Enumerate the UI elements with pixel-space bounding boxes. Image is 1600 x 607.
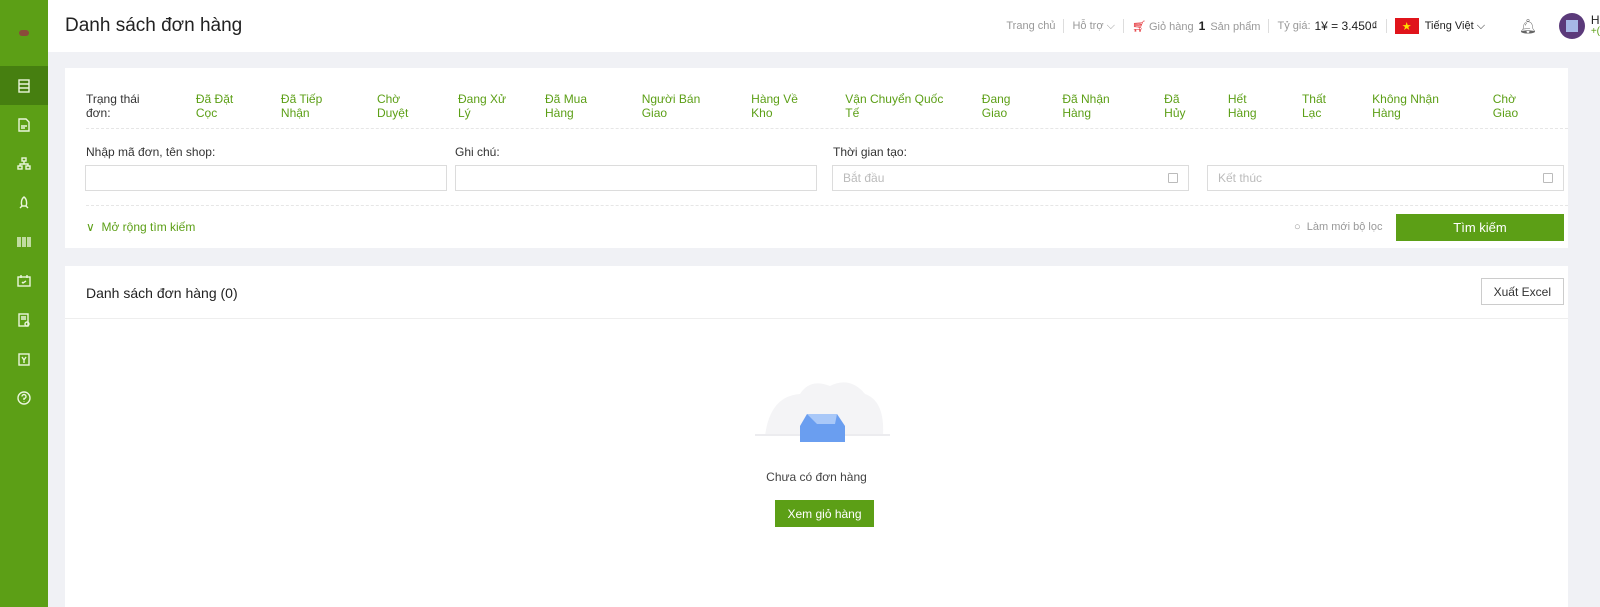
code-label: Nhập mã đơn, tên shop:	[86, 145, 216, 159]
barcode-icon	[17, 236, 31, 247]
network-icon	[17, 156, 31, 170]
sidebar-item-help[interactable]	[0, 378, 48, 417]
logo-icon	[19, 30, 29, 36]
page-title: Danh sách đơn hàng	[65, 15, 243, 36]
status-tab[interactable]: Người Bán Giao	[642, 92, 726, 120]
sidebar-item-rocket[interactable]	[0, 183, 48, 222]
sidebar-item-calendar[interactable]	[0, 261, 48, 300]
vietnam-flag-icon: ★	[1394, 18, 1419, 34]
cart-label: Giỏ hàng	[1148, 21, 1194, 33]
status-tab[interactable]: Đang Xử Lý	[458, 92, 520, 120]
status-filter: Trạng thái đơn: Đã Đặt Cọc Đã Tiếp Nhận …	[86, 92, 1568, 120]
wallet-icon	[18, 352, 30, 366]
divider	[86, 128, 1568, 129]
empty-box-illustration	[755, 382, 890, 442]
status-tab[interactable]: Chờ Giao	[1493, 92, 1543, 120]
cart-unit: Sản phẩm	[1210, 21, 1261, 33]
orders-title: Danh sách đơn hàng (0)	[86, 285, 238, 301]
sidebar-item-barcode[interactable]	[0, 222, 48, 261]
status-tab[interactable]: Đã Nhận Hàng	[1062, 92, 1139, 120]
language-label: Tiếng Việt	[1424, 20, 1474, 32]
user-subtext: +(	[1590, 26, 1600, 37]
orders-panel: Danh sách đơn hàng (0) Xuất Excel Chưa c…	[65, 266, 1568, 607]
sidebar-item-document[interactable]	[0, 105, 48, 144]
chevron-down-icon: ⌵	[1476, 19, 1486, 32]
status-tab[interactable]: Chờ Duyệt	[377, 92, 433, 120]
note-input[interactable]	[455, 165, 817, 191]
search-button[interactable]: Tìm kiếm	[1396, 214, 1564, 241]
document-icon	[18, 117, 30, 132]
order-code-input[interactable]	[85, 165, 447, 191]
sidebar-item-network[interactable]	[0, 144, 48, 183]
calendar-icon	[1168, 173, 1178, 183]
calendar-icon	[1543, 173, 1553, 183]
divider	[65, 318, 1568, 319]
start-placeholder: Bắt đầu	[843, 171, 885, 185]
status-label: Trạng thái đơn:	[86, 92, 140, 120]
logo[interactable]	[0, 0, 48, 66]
status-tab[interactable]: Đã Tiếp Nhận	[281, 92, 352, 120]
end-placeholder: Kết thúc	[1218, 171, 1263, 185]
home-link[interactable]: Trang chủ	[1006, 20, 1055, 32]
end-date-input[interactable]: Kết thúc	[1207, 165, 1564, 191]
report-icon	[18, 312, 30, 327]
sidebar-item-report[interactable]	[0, 300, 48, 339]
language-select[interactable]: ★ Tiếng Việt ⌵	[1394, 18, 1486, 34]
empty-message: Chưa có đơn hàng	[766, 470, 867, 484]
status-tab[interactable]: Vận Chuyển Quốc Tế	[845, 92, 957, 120]
rate-value: 1¥ = 3.450₫	[1314, 19, 1378, 33]
reset-filter-button[interactable]: ○ Làm mới bộ lọc	[1294, 221, 1382, 233]
divider	[86, 205, 1568, 206]
sidebar-item-orders[interactable]	[0, 66, 48, 105]
export-excel-button[interactable]: Xuất Excel	[1480, 278, 1564, 305]
status-tab[interactable]: Hàng Về Kho	[751, 92, 820, 120]
status-tab[interactable]: Thất Lạc	[1302, 92, 1347, 120]
support-menu[interactable]: Hỗ trợ ⌵	[1072, 20, 1114, 33]
cart-icon: 🛒︎	[1131, 21, 1146, 33]
support-label: Hỗ trợ	[1072, 19, 1104, 32]
view-cart-button[interactable]: Xem giỏ hàng	[775, 500, 874, 527]
time-label: Thời gian tạo:	[833, 145, 907, 159]
top-header: Danh sách đơn hàng Trang chủ Hỗ trợ ⌵ 🛒︎…	[48, 0, 1600, 52]
cart-count: 1	[1198, 19, 1206, 33]
bell-icon[interactable]: 🔔︎	[1519, 18, 1537, 35]
avatar[interactable]	[1558, 13, 1585, 39]
user-initial: H	[1590, 13, 1600, 27]
expand-search-toggle[interactable]: ∨ Mở rộng tìm kiếm	[86, 220, 195, 234]
chevron-down-icon: ⌵	[1106, 19, 1115, 32]
status-tab[interactable]: Hết Hàng	[1228, 92, 1277, 120]
sidebar-item-wallet[interactable]	[0, 339, 48, 378]
calendar-icon	[17, 274, 31, 287]
orders-icon	[18, 78, 30, 93]
chevron-down-icon: ∨	[86, 220, 95, 234]
note-label: Ghi chú:	[455, 145, 500, 159]
cart-link[interactable]: 🛒︎ Giỏ hàng 1 Sản phẩm	[1132, 19, 1261, 33]
rocket-icon	[19, 195, 29, 208]
filter-panel: Trạng thái đơn: Đã Đặt Cọc Đã Tiếp Nhận …	[65, 68, 1568, 248]
status-tab[interactable]: Đã Hủy	[1164, 92, 1203, 120]
refresh-icon: ○	[1294, 221, 1301, 233]
rate-label: Tỷ giá:	[1277, 20, 1311, 32]
status-tab[interactable]: Đã Đặt Cọc	[196, 92, 256, 120]
user-name[interactable]: H +(	[1591, 14, 1600, 38]
top-nav: Trang chủ Hỗ trợ ⌵ 🛒︎ Giỏ hàng 1 Sản phẩm …	[1006, 0, 1600, 52]
status-tab[interactable]: Đang Giao	[982, 92, 1038, 120]
help-icon	[17, 390, 31, 405]
status-tab[interactable]: Đã Mua Hàng	[545, 92, 617, 120]
status-tab[interactable]: Không Nhận Hàng	[1372, 92, 1468, 120]
start-date-input[interactable]: Bắt đầu	[832, 165, 1189, 191]
reset-label: Làm mới bộ lọc	[1306, 221, 1383, 233]
sidebar	[0, 0, 48, 607]
expand-label: Mở rộng tìm kiếm	[101, 220, 196, 234]
